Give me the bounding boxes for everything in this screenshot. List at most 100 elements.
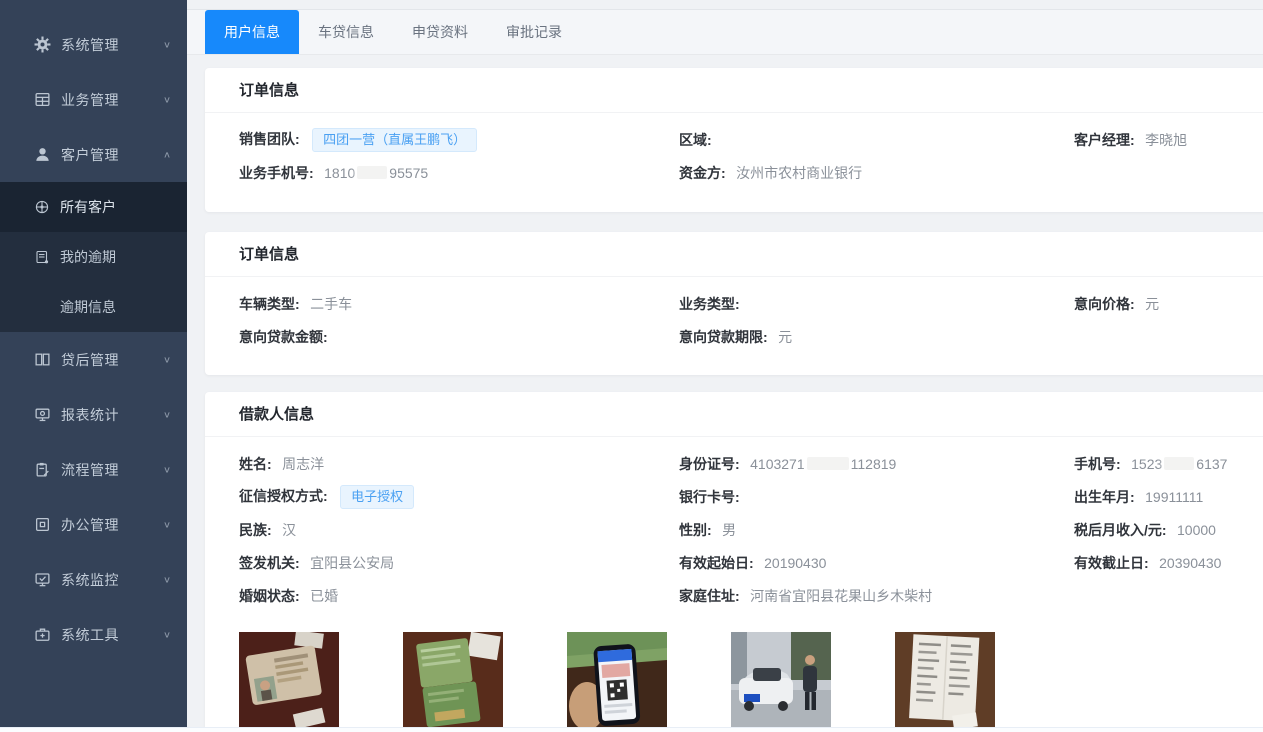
field-value: 李晓旭	[1145, 132, 1187, 148]
field-value: 19911111	[1145, 489, 1203, 505]
chevron-down-icon	[163, 464, 171, 474]
sidebar-item-label: 系统工具	[61, 625, 163, 645]
sidebar-item-overdue-info[interactable]: 逾期信息	[0, 282, 187, 332]
photo-person-with-car[interactable]: 人车照	[731, 632, 831, 732]
redaction-blur	[807, 457, 849, 470]
sidebar-item-postloan-management[interactable]: 贷后管理	[0, 332, 187, 387]
field-value: 河南省宜阳县花果山乡木柴村	[750, 588, 932, 604]
sidebar-item-system-management[interactable]: 系统管理	[0, 17, 187, 72]
field-label: 民族:	[239, 522, 272, 538]
sidebar-item-label: 流程管理	[61, 460, 163, 480]
photo-id-card[interactable]: 人车照	[239, 632, 339, 732]
borrower-info-card: 借款人信息 姓名: 周志洋 身份证号: 4103271112819 手机号: 1…	[205, 392, 1263, 732]
handwritten-document-photo	[895, 632, 995, 732]
field-value: 元	[778, 329, 792, 345]
field-label: 出生年月:	[1074, 489, 1135, 505]
sales-team-tag[interactable]: 四团一营（直属王鹏飞）	[312, 128, 477, 152]
credit-auth-tag: 电子授权	[340, 485, 414, 509]
bottom-scroll-strip[interactable]	[0, 727, 1263, 732]
photo-green-booklet[interactable]: 绿本照片	[403, 632, 503, 732]
sidebar-item-label: 我的逾期	[60, 247, 116, 267]
field-value: 元	[1145, 296, 1159, 312]
field-label: 车辆类型:	[239, 296, 300, 312]
detail-tabbar: 用户信息 车贷信息 申贷资料 审批记录	[187, 9, 1263, 55]
sidebar-item-customer-management[interactable]: 客户管理	[0, 127, 187, 182]
field-value: 20190430	[764, 555, 826, 571]
field-intent-loan-amount: 意向贷款金额:	[239, 327, 679, 347]
sidebar-item-label: 贷后管理	[61, 350, 163, 370]
field-value: 4103271112819	[750, 456, 896, 472]
field-value: 181095575	[324, 165, 428, 181]
field-name: 姓名: 周志洋	[239, 454, 679, 474]
chevron-down-icon	[163, 629, 171, 639]
field-label: 手机号:	[1074, 456, 1121, 472]
tab-user-info[interactable]: 用户信息	[205, 10, 299, 54]
field-value: 汉	[282, 522, 296, 538]
sidebar-item-label: 所有客户	[60, 197, 116, 217]
field-label: 婚姻状态:	[239, 588, 300, 604]
field-label: 姓名:	[239, 456, 272, 472]
field-label: 业务类型:	[679, 296, 740, 312]
page: 系统管理 业务管理 客户管理 所有客户	[0, 0, 1263, 732]
field-valid-to: 有效截止日: 20390430	[1074, 553, 1263, 573]
field-label: 身份证号:	[679, 456, 740, 472]
ledger-icon	[34, 249, 50, 265]
field-account-manager: 客户经理: 李晓旭	[1074, 130, 1263, 150]
field-value: 已婚	[310, 588, 338, 604]
sidebar-item-label: 系统监控	[61, 570, 163, 590]
sidebar: 系统管理 业务管理 客户管理 所有客户	[0, 0, 187, 732]
sidebar-item-all-customers[interactable]: 所有客户	[0, 182, 187, 232]
sidebar-item-office-management[interactable]: 办公管理	[0, 497, 187, 552]
photo-authorization-qr[interactable]: 授权码照	[567, 632, 667, 732]
sidebar-item-label: 办公管理	[61, 515, 163, 535]
field-birth-date: 出生年月: 19911111	[1074, 487, 1263, 507]
photo-handwritten-document[interactable]: 其他材料	[895, 632, 995, 732]
main-content: 用户信息 车贷信息 申贷资料 审批记录 订单信息 销售团队: 四团一营（直属王鹏…	[187, 0, 1263, 732]
sidebar-item-report-statistics[interactable]: 报表统计	[0, 387, 187, 442]
grid-icon	[34, 91, 51, 108]
tab-car-loan-info[interactable]: 车贷信息	[299, 10, 393, 54]
field-sales-team: 销售团队: 四团一营（直属王鹏飞）	[239, 128, 679, 152]
chevron-up-icon	[163, 149, 171, 159]
field-value: 周志洋	[282, 456, 324, 472]
field-funder: 资金方: 汝州市农村商业银行	[679, 163, 1074, 183]
tab-approval-records[interactable]: 审批记录	[487, 10, 581, 54]
field-value: 二手车	[310, 296, 352, 312]
loan-intent-card: 订单信息 车辆类型: 二手车 业务类型: 意向价格: 元	[205, 232, 1263, 375]
field-label: 征信授权方式:	[239, 488, 328, 504]
sidebar-item-system-monitor[interactable]: 系统监控	[0, 552, 187, 607]
person-with-car-photo	[731, 632, 831, 732]
field-gender: 性别: 男	[679, 520, 1074, 540]
field-label: 银行卡号:	[679, 489, 740, 505]
card-title: 订单信息	[205, 68, 1263, 113]
field-mobile-phone: 手机号: 15236137	[1074, 454, 1263, 474]
field-value: 20390430	[1159, 555, 1221, 571]
field-bank-card: 银行卡号:	[679, 487, 1074, 507]
sidebar-item-system-tools[interactable]: 系统工具	[0, 607, 187, 662]
field-value: 10000	[1177, 522, 1216, 538]
card-title: 订单信息	[205, 232, 1263, 277]
field-intent-loan-term: 意向贷款期限: 元	[679, 327, 1074, 347]
field-credit-authorization: 征信授权方式: 电子授权	[239, 485, 679, 509]
field-value: 男	[722, 522, 736, 538]
chevron-down-icon	[163, 409, 171, 419]
sidebar-item-label: 客户管理	[61, 145, 163, 165]
sidebar-item-business-management[interactable]: 业务管理	[0, 72, 187, 127]
sidebar-item-label: 系统管理	[61, 35, 163, 55]
field-valid-from: 有效起始日: 20190430	[679, 553, 1074, 573]
sidebar-item-label: 业务管理	[61, 90, 163, 110]
monitor-icon	[34, 406, 51, 423]
chevron-down-icon	[163, 94, 171, 104]
chevron-down-icon	[163, 574, 171, 584]
field-label: 意向价格:	[1074, 296, 1135, 312]
field-label: 签发机关:	[239, 555, 300, 571]
field-label: 税后月收入/元:	[1074, 522, 1167, 538]
field-label: 业务手机号:	[239, 165, 314, 181]
field-label: 资金方:	[679, 165, 726, 181]
tab-loan-application-materials[interactable]: 申贷资料	[393, 10, 487, 54]
customer-management-submenu: 所有客户 我的逾期 逾期信息	[0, 182, 187, 332]
wheel-icon	[34, 199, 50, 215]
sidebar-item-my-overdue[interactable]: 我的逾期	[0, 232, 187, 282]
sidebar-item-process-management[interactable]: 流程管理	[0, 442, 187, 497]
id-card-photo	[239, 632, 339, 732]
